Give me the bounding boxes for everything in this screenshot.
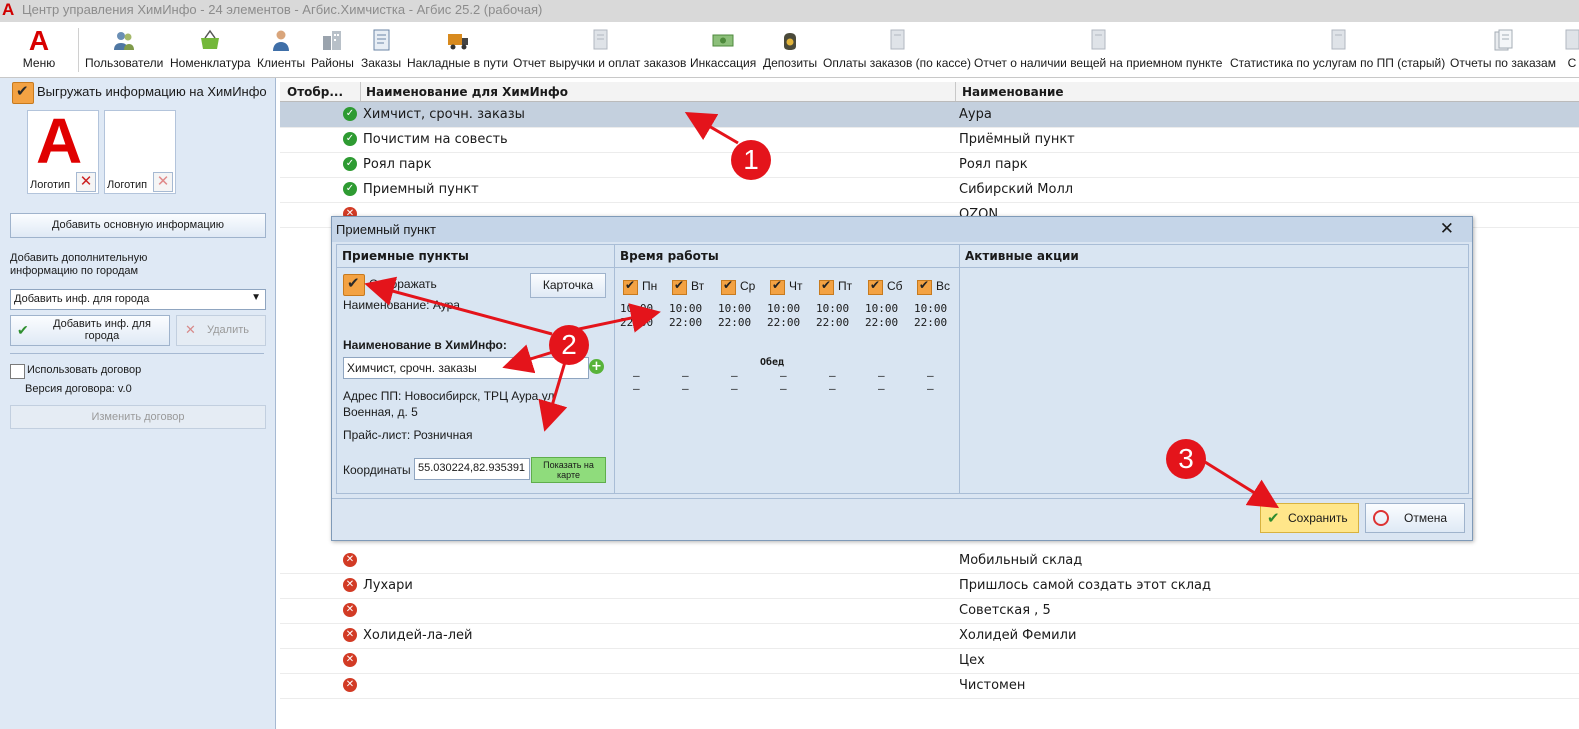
annotation-arrows: [364, 111, 1280, 509]
annotation-arrow-1: [684, 111, 739, 145]
annotation-arrow-2c: [502, 344, 554, 374]
annotation-arrow-2a: [364, 276, 553, 336]
annotation-arrow-3: [1204, 460, 1280, 509]
annotation-badge-3: 3: [1166, 439, 1206, 479]
annotation-badge-2: 2: [549, 325, 589, 365]
annotation-badge-1: 1: [731, 140, 771, 180]
annotation-arrow-2d: [538, 361, 568, 432]
